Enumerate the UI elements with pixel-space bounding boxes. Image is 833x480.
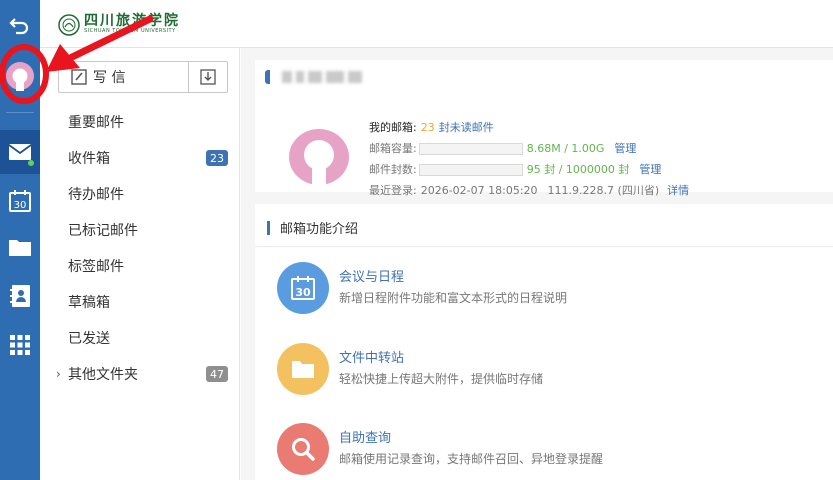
top-header: 四川旅游学院 SICHUAN TOURISM UNIVERSITY	[40, 0, 833, 48]
folder-label: 收件箱	[68, 151, 110, 167]
count-bar	[418, 163, 523, 176]
chevron-right-icon: ›	[56, 367, 61, 381]
my-mailbox-label: 我的邮箱:	[369, 121, 417, 134]
feature-file-transfer[interactable]: 文件中转站 轻松快捷上传超大附件，提供临时存储	[277, 343, 543, 395]
compose-group: 写 信	[58, 61, 228, 93]
envelope-icon	[8, 144, 32, 160]
folder-label: 待办邮件	[68, 187, 124, 203]
feature-description: 邮箱使用记录查询，支持邮件召回、异地登录提醒	[339, 452, 604, 466]
folder-icon	[9, 240, 31, 256]
unread-mail-link[interactable]: 封未读邮件	[439, 117, 494, 138]
feature-self-service-query[interactable]: 自助查询 邮箱使用记录查询，支持邮件召回、异地登录提醒	[277, 423, 603, 475]
receive-mail-button[interactable]	[189, 62, 227, 92]
folder-inbox[interactable]: 收件箱 23	[68, 146, 228, 170]
folder-tagged[interactable]: 标签邮件	[68, 254, 228, 278]
folder-label: 草稿箱	[68, 295, 110, 311]
feature-title: 文件中转站	[339, 351, 405, 366]
account-name-header	[265, 70, 362, 84]
folder-sent[interactable]: 已发送	[68, 326, 228, 350]
login-details-link[interactable]: 详情	[667, 180, 689, 201]
last-login-label: 最近登录:	[369, 184, 417, 197]
folder-label: 其他文件夹	[68, 367, 138, 383]
capacity-manage-link[interactable]: 管理	[614, 138, 636, 159]
title-marker	[267, 220, 270, 235]
unread-count: 23	[420, 121, 435, 134]
online-indicator	[28, 160, 34, 166]
feature-title: 会议与日程	[339, 270, 405, 285]
title-marker	[265, 70, 270, 84]
unread-row: 我的邮箱: 23 封未读邮件	[369, 117, 689, 138]
inbox-count-badge: 23	[206, 150, 228, 166]
capacity-label: 邮箱容量:	[369, 142, 417, 155]
contacts-icon	[10, 285, 30, 307]
user-avatar-button[interactable]	[0, 56, 40, 96]
university-emblem-icon	[58, 14, 80, 36]
compose-label: 写 信	[93, 70, 126, 86]
grid-icon	[10, 335, 30, 355]
feature-description: 轻松快捷上传超大附件，提供临时存储	[339, 372, 544, 386]
logo-subtext: SICHUAN TOURISM UNIVERSITY	[84, 28, 176, 34]
pencil-icon	[71, 69, 87, 85]
count-row: 邮件封数: 95 封 / 1000000 封 管理	[369, 159, 689, 180]
account-info: 我的邮箱: 23 封未读邮件 邮箱容量: 8.68M / 1.00G 管理 邮件…	[369, 117, 689, 201]
app-rail: 30	[0, 0, 40, 480]
features-section-title: 邮箱功能介绍	[267, 218, 358, 237]
calendar-icon: 30	[9, 190, 31, 212]
avatar-icon	[6, 62, 34, 91]
calendar-icon: 30	[277, 262, 329, 314]
folder-other[interactable]: › 其他文件夹 47	[56, 362, 228, 386]
folder-todo[interactable]: 待办邮件	[68, 182, 228, 206]
last-login-time: 2026-02-07 18:05:20	[420, 184, 538, 197]
folder-icon	[277, 343, 329, 395]
last-login-row: 最近登录: 2026-02-07 18:05:20 111.9.228.7 (四…	[369, 180, 689, 201]
capacity-row: 邮箱容量: 8.68M / 1.00G 管理	[369, 138, 689, 159]
back-button[interactable]	[0, 8, 40, 44]
last-login-ip: 111.9.228.7 (四川省)	[547, 184, 660, 197]
folder-sidebar: 写 信 重要邮件 收件箱 23 待办邮件 已标记邮件 标签邮件 草稿箱 已发送 …	[40, 48, 240, 480]
count-manage-link[interactable]: 管理	[639, 159, 661, 180]
folder-important[interactable]: 重要邮件	[68, 110, 228, 134]
compose-button[interactable]: 写 信	[59, 62, 189, 92]
back-arrow-icon	[9, 18, 29, 35]
university-logo[interactable]: 四川旅游学院 SICHUAN TOURISM UNIVERSITY	[58, 14, 180, 36]
rail-divider	[6, 112, 34, 113]
capacity-bar	[418, 142, 523, 155]
folder-label: 重要邮件	[68, 115, 124, 131]
rail-contacts-button[interactable]	[0, 278, 40, 314]
rail-mail-button[interactable]	[0, 130, 40, 174]
features-card: 邮箱功能介绍 30 会议与日程 新增日程附件功能和富文本形式的日程说明 文件中转…	[255, 204, 833, 480]
folder-drafts[interactable]: 草稿箱	[68, 290, 228, 314]
account-card: 我的邮箱: 23 封未读邮件 邮箱容量: 8.68M / 1.00G 管理 邮件…	[255, 60, 833, 197]
rail-apps-button[interactable]	[0, 328, 40, 362]
main-panel: 我的邮箱: 23 封未读邮件 邮箱容量: 8.68M / 1.00G 管理 邮件…	[241, 48, 833, 480]
profile-avatar-icon[interactable]	[288, 128, 350, 186]
capacity-value: 8.68M / 1.00G	[526, 142, 605, 155]
inbox-download-icon	[200, 69, 216, 85]
count-value: 95 封 / 1000000 封	[526, 163, 630, 176]
folder-label: 已发送	[68, 331, 110, 347]
search-icon	[277, 423, 329, 475]
section-title-text: 邮箱功能介绍	[280, 222, 359, 237]
feature-description: 新增日程附件功能和富文本形式的日程说明	[339, 291, 568, 305]
folder-flagged[interactable]: 已标记邮件	[68, 218, 228, 242]
svg-text:30: 30	[295, 286, 311, 299]
rail-files-button[interactable]	[0, 230, 40, 264]
count-label: 邮件封数:	[369, 163, 417, 176]
other-count-badge: 47	[206, 366, 228, 382]
feature-title: 自助查询	[339, 431, 392, 446]
folder-label: 标签邮件	[68, 259, 124, 275]
folder-label: 已标记邮件	[68, 223, 138, 239]
rail-calendar-button[interactable]: 30	[0, 184, 40, 218]
svg-text:30: 30	[14, 200, 27, 211]
feature-meeting-schedule[interactable]: 30 会议与日程 新增日程附件功能和富文本形式的日程说明	[277, 262, 567, 314]
redacted-username	[282, 71, 362, 83]
logo-text: 四川旅游学院	[84, 13, 180, 29]
section-divider	[255, 246, 833, 247]
